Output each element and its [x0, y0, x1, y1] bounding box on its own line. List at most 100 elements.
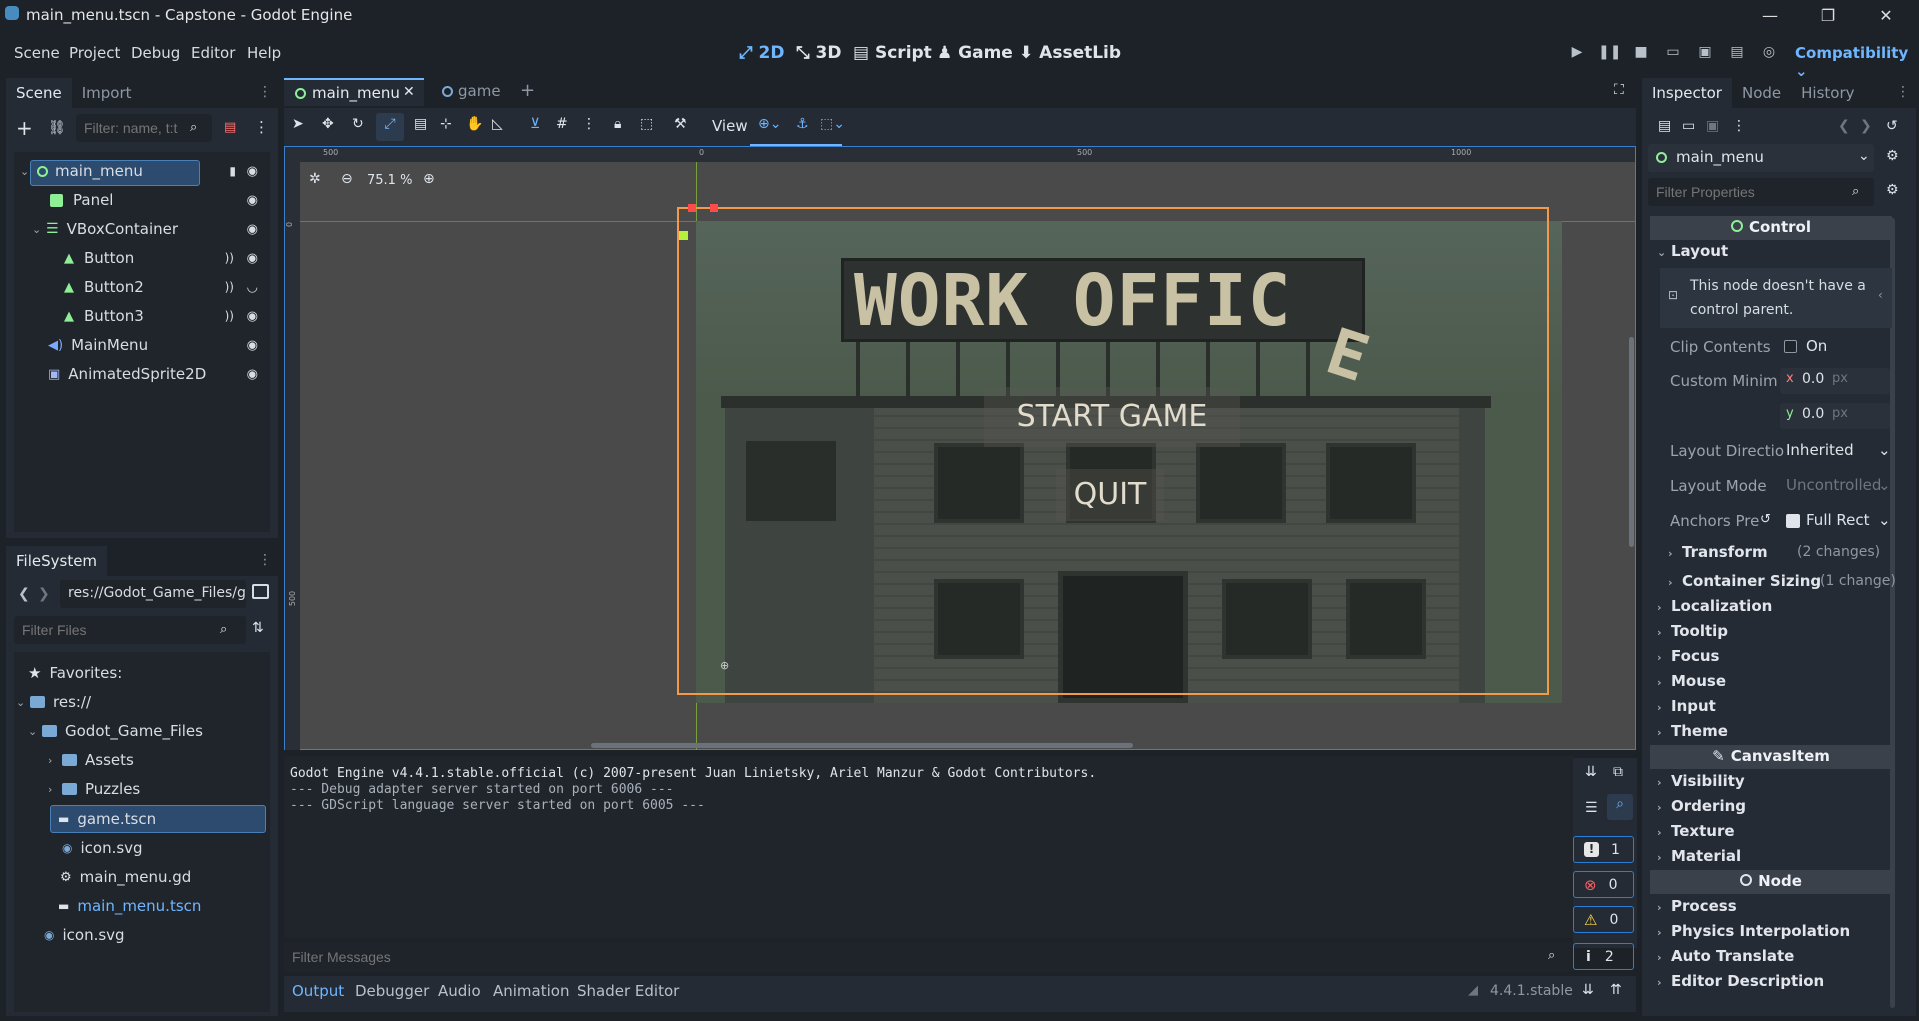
workspace-assetlib[interactable]: ⬇ AssetLib [1019, 43, 1121, 63]
visibility-eye-icon[interactable]: ◉ [247, 309, 258, 324]
visibility-eye-icon[interactable]: ◉ [247, 193, 258, 208]
add-node-icon[interactable]: + [16, 116, 33, 140]
ordering-section[interactable]: › Ordering [1657, 797, 1746, 815]
tree-row-animatedsprite2d[interactable]: ▣ AnimatedSprite2D ◉ [14, 361, 270, 387]
tab-shader-editor[interactable]: Shader Editor [577, 982, 679, 1000]
workspace-2d[interactable]: ⤢ 2D [739, 43, 784, 63]
focus-section[interactable]: › Focus [1657, 647, 1719, 665]
main-menu-tscn-row[interactable]: ▬ main_menu.tscn [58, 893, 201, 919]
dock-menu-icon[interactable]: ⋮ [258, 84, 272, 100]
tab-animation[interactable]: Animation [493, 982, 569, 1000]
main-menu-gd-row[interactable]: ⚙ main_menu.gd [60, 864, 191, 890]
info-count-badge[interactable]: ⅰ2 [1573, 943, 1634, 970]
anchor-icon[interactable]: ⚓ [796, 116, 809, 132]
rotate-tool-icon[interactable]: ↻ [352, 116, 364, 132]
tree-row-panel[interactable]: Panel ◉ [14, 187, 270, 213]
object-tools-icon[interactable]: ⚙ [1886, 148, 1899, 164]
ruler-tool-icon[interactable]: ◺ [492, 116, 503, 132]
container-layout-icon[interactable]: ⬚⌄ [820, 116, 845, 132]
menu-editor[interactable]: Editor [191, 44, 235, 62]
zoom-out-icon[interactable]: ⊖ [341, 171, 353, 187]
min-x-field[interactable]: x 0.0 px [1780, 368, 1890, 394]
signal-icon[interactable]: )) [225, 309, 234, 323]
container-sizing-section[interactable]: › Container Sizing [1668, 572, 1821, 590]
snap-options-icon[interactable]: ⋮ [582, 116, 596, 132]
script-icon[interactable]: ▮ [229, 164, 236, 178]
restore-button[interactable]: ❐ [1800, 0, 1856, 30]
tree-row-button[interactable]: ▲ Button )) ◉ [14, 245, 270, 271]
collapse-icon[interactable]: ☰ [1585, 800, 1598, 816]
add-anchor-icon[interactable]: ⊕⌄ [758, 116, 781, 132]
visibility-eye-icon[interactable]: ◉ [247, 164, 258, 179]
movie-maker-icon[interactable]: ◎ [1758, 44, 1780, 66]
split-view-icon[interactable] [252, 584, 269, 599]
more-icon[interactable]: ⋮ [1732, 118, 1746, 134]
tab-scene[interactable]: Scene [6, 78, 72, 108]
remote-debug-icon[interactable]: ▭ [1662, 44, 1684, 66]
new-tab-icon[interactable]: + [520, 80, 535, 101]
localization-section[interactable]: › Localization [1657, 597, 1772, 615]
scroll-lock-icon[interactable]: ⇊ [1585, 764, 1597, 780]
tab-inspector[interactable]: Inspector [1642, 78, 1732, 108]
tab-output[interactable]: Output [292, 982, 344, 1000]
tooltip-section[interactable]: › Tooltip [1657, 622, 1728, 640]
tree-row-mainmenu[interactable]: ◀) MainMenu ◉ [14, 332, 270, 358]
close-button[interactable]: ✕ [1858, 0, 1914, 30]
material-section[interactable]: › Material [1657, 847, 1741, 865]
menu-scene[interactable]: Scene [14, 44, 60, 62]
save-icon[interactable]: ▣ [1706, 118, 1719, 134]
assets-row[interactable]: › Assets [48, 747, 134, 773]
zoom-level[interactable]: 75.1 % [367, 173, 412, 188]
icon-svg-row[interactable]: ◉ icon.svg [62, 835, 143, 861]
theme-section[interactable]: › Theme [1657, 722, 1728, 740]
workspace-3d[interactable]: ⤡ 3D [796, 43, 841, 63]
select-tool-icon[interactable]: ➤ [292, 116, 304, 132]
horizontal-scrollbar[interactable] [591, 743, 1133, 748]
physics-interpolation-section[interactable]: › Physics Interpolation [1657, 922, 1850, 940]
warning-count-badge[interactable]: ⚠ 0 [1573, 906, 1634, 933]
signal-icon[interactable]: )) [225, 280, 234, 294]
pivot-icon[interactable]: ⊕ [720, 659, 729, 672]
copy-icon[interactable]: ⧉ [1613, 764, 1623, 780]
workspace-script[interactable]: ▤ Script [853, 43, 932, 63]
signal-icon[interactable]: )) [225, 251, 234, 265]
tab-import[interactable]: Import [72, 78, 142, 108]
tab-audio[interactable]: Audio [438, 982, 481, 1000]
vertical-scrollbar[interactable] [1629, 337, 1634, 547]
root-icon-svg-row[interactable]: ◉ icon.svg [44, 922, 125, 948]
tree-row-vboxcontainer[interactable]: ⌄ ☰ VBoxContainer ◉ [14, 216, 270, 242]
menu-project[interactable]: Project [69, 44, 120, 62]
pin-icon[interactable]: ⇊ [1582, 982, 1594, 998]
tab-game[interactable]: game [432, 78, 512, 106]
game-tscn-row[interactable]: ▬ game.tscn [58, 806, 156, 832]
tree-row-main-menu[interactable]: ⌄ main_menu ▮ ◉ [14, 158, 270, 186]
center-view-icon[interactable]: ✲ [309, 171, 321, 187]
forward-icon[interactable]: ❯ [38, 586, 50, 602]
viewport[interactable]: 500 0 500 1000 0 500 ✲ ⊖ 75.1 % ⊕ WORK O… [284, 146, 1636, 750]
visibility-eye-icon[interactable]: ◉ [247, 367, 258, 382]
play-scene-icon[interactable]: ▣ [1694, 44, 1716, 66]
more-icon[interactable]: ⋮ [254, 118, 269, 136]
tree-row-button2[interactable]: ▲ Button2 )) ◡ [14, 274, 270, 300]
play-icon[interactable]: ▶ [1566, 44, 1588, 66]
renderer-select[interactable]: Compatibility ⌄ [1795, 44, 1919, 80]
dock-menu-icon[interactable]: ⋮ [258, 552, 272, 568]
tab-debugger[interactable]: Debugger [355, 982, 429, 1000]
error-count-badge[interactable]: ⊗ 0 [1573, 871, 1634, 898]
filter-messages-input[interactable] [284, 942, 1572, 972]
pivot-tool-icon[interactable]: ⊹ [440, 116, 452, 132]
godot-game-files-row[interactable]: ⌄ Godot_Game_Files [28, 718, 203, 744]
puzzles-row[interactable]: › Puzzles [48, 776, 140, 802]
visibility-hidden-icon[interactable]: ◡ [247, 280, 258, 295]
visibility-section[interactable]: › Visibility [1657, 772, 1745, 790]
sort-icon[interactable]: ⇅ [252, 620, 264, 636]
process-section[interactable]: › Process [1657, 897, 1737, 915]
menu-debug[interactable]: Debug [131, 44, 180, 62]
anchor-handle[interactable] [688, 204, 696, 212]
new-resource-icon[interactable]: ▤ [1658, 118, 1671, 134]
tab-filesystem[interactable]: FileSystem [6, 546, 108, 576]
pause-icon[interactable]: ❚❚ [1598, 44, 1621, 66]
visibility-eye-icon[interactable]: ◉ [247, 251, 258, 266]
control-rect-outline[interactable] [677, 207, 1549, 695]
link-icon[interactable]: ⛓ [48, 120, 66, 136]
